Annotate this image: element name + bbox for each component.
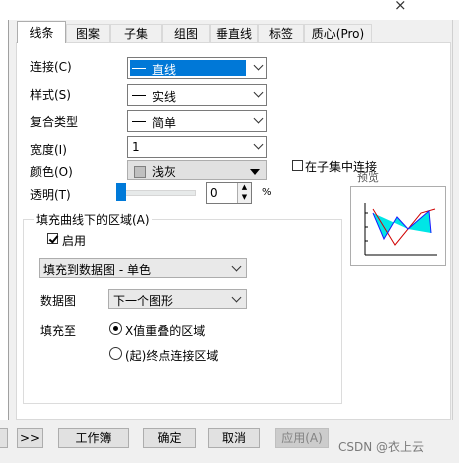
fill-to-label: 填充至 — [40, 324, 77, 338]
fill-mode-dropdown[interactable]: 填充到数据图 - 单色 — [39, 258, 247, 278]
color-value: 浅灰 — [152, 165, 177, 179]
transparency-slider-thumb[interactable] — [116, 183, 126, 201]
title-bar — [0, 0, 459, 20]
transparency-unit: % — [262, 187, 272, 198]
fill-to-endpoint-label: (起)终点连接区域 — [125, 349, 219, 363]
tab-centroid[interactable]: 质心(Pro) — [304, 24, 372, 42]
tab-line[interactable]: 线条 — [17, 21, 66, 43]
color-dropdown[interactable]: 浅灰 — [127, 160, 267, 180]
watermark: CSDN @衣上云 — [338, 440, 425, 454]
width-dropdown[interactable]: 1 — [127, 136, 267, 158]
left-pane-edge — [0, 20, 9, 420]
chevron-down-icon — [253, 113, 264, 124]
chevron-down-icon — [253, 87, 264, 98]
chevron-down-icon — [253, 139, 264, 150]
more-button[interactable]: >> — [17, 428, 43, 448]
style-dropdown[interactable]: 实线 — [127, 84, 267, 106]
cancel-button[interactable]: 取消 — [208, 428, 260, 448]
connect-value: 直线 — [152, 63, 177, 77]
spin-up-icon[interactable]: ▲ — [237, 183, 251, 193]
style-value: 实线 — [152, 90, 177, 104]
compound-type-label: 复合类型 — [30, 115, 79, 129]
transparency-spinbox[interactable]: 0 ▲ ▼ — [206, 182, 252, 204]
fill-plot-value: 下一个图形 — [113, 294, 174, 308]
tab-labels[interactable]: 标签 — [258, 24, 304, 42]
chevron-down-icon — [231, 261, 242, 272]
chevron-down-icon — [231, 292, 242, 303]
subset-connect-checkbox[interactable] — [292, 160, 303, 171]
transparency-slider-track[interactable] — [118, 190, 196, 196]
right-pane-edge — [452, 20, 459, 420]
color-swatch — [134, 166, 146, 178]
apply-button[interactable]: 应用(A) — [275, 428, 329, 448]
width-label: 宽度(I) — [30, 143, 67, 157]
fill-mode-value: 填充到数据图 - 单色 — [43, 263, 151, 277]
fill-plot-dropdown[interactable]: 下一个图形 — [108, 289, 247, 309]
connect-label: 连接(C) — [30, 60, 72, 74]
style-label: 样式(S) — [30, 88, 71, 102]
color-label: 颜色(O) — [30, 165, 73, 179]
fill-to-endpoint-radio[interactable] — [109, 347, 122, 360]
chevron-down-icon — [253, 60, 264, 71]
fill-to-x-overlap-radio[interactable] — [109, 322, 122, 335]
ok-button[interactable]: 确定 — [143, 428, 196, 448]
fill-area-group-label: 填充曲线下的区域(A) — [34, 211, 152, 228]
compound-type-dropdown[interactable]: 简单 — [127, 110, 267, 132]
caret-down-icon — [250, 169, 260, 175]
spin-down-icon[interactable]: ▼ — [237, 193, 251, 203]
workbook-button[interactable]: 工作簿 — [58, 428, 129, 448]
compound-type-value: 简单 — [152, 116, 177, 130]
fill-to-x-overlap-label: X值重叠的区域 — [125, 324, 206, 338]
width-value: 1 — [132, 140, 140, 154]
preview-label: 预览 — [356, 172, 380, 184]
preview-box — [350, 186, 446, 266]
connect-dropdown[interactable]: 直线 — [127, 57, 267, 79]
transparency-label: 透明(T) — [30, 188, 71, 202]
fill-plot-label: 数据图 — [40, 294, 77, 308]
tab-group[interactable]: 组图 — [162, 24, 210, 42]
partial-button[interactable] — [0, 428, 8, 448]
tab-pattern[interactable]: 图案 — [66, 24, 110, 42]
tab-subset[interactable]: 子集 — [110, 24, 162, 42]
fill-enable-label: 启用 — [62, 234, 87, 248]
fill-enable-checkbox[interactable] — [47, 233, 58, 244]
transparency-value: 0 — [210, 186, 218, 200]
preview-plot — [364, 203, 437, 256]
close-icon[interactable]: × — [394, 0, 407, 14]
tab-drop-lines[interactable]: 垂直线 — [210, 24, 258, 42]
